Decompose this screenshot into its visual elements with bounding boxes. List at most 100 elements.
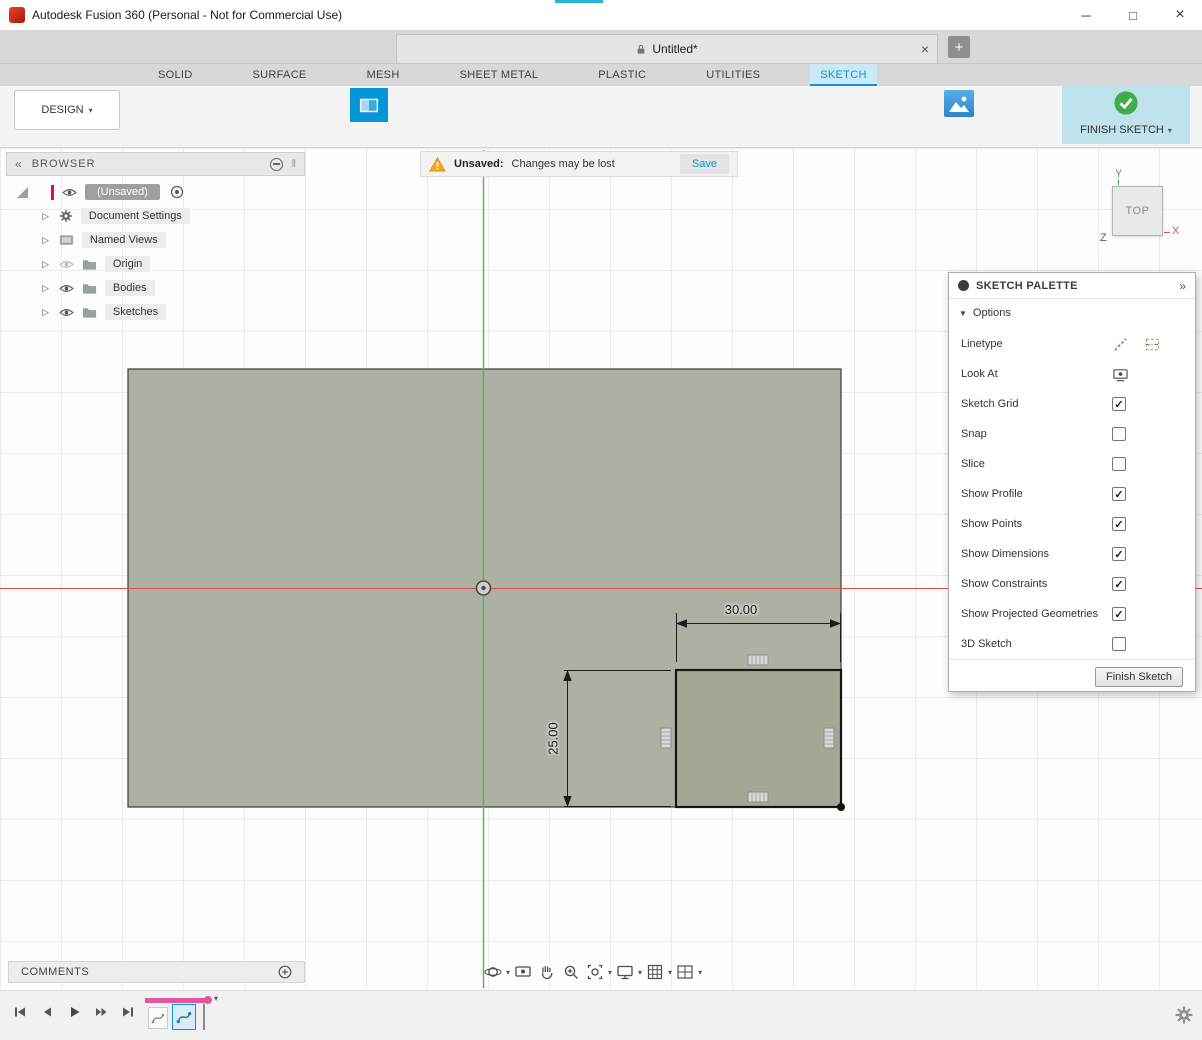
browser-item-bodies[interactable]: ▷ Bodies	[8, 276, 155, 300]
palette-expand-icon[interactable]: »	[1179, 279, 1186, 293]
eye-hidden-icon[interactable]	[59, 259, 74, 270]
sketch-endpoint[interactable]	[837, 803, 845, 811]
palette-options-section[interactable]: ▼ Options	[949, 299, 1195, 327]
orbit-tool-button[interactable]	[482, 961, 504, 983]
expand-arrow-icon[interactable]: ▷	[42, 307, 49, 318]
timeline-settings-gear-icon[interactable]	[1174, 1005, 1194, 1025]
height-dimension-value[interactable]: 25.00	[546, 708, 561, 770]
show-points-checkbox[interactable]: ✓	[1112, 517, 1126, 531]
check-icon: ✓	[1114, 518, 1123, 531]
timeline-back-button[interactable]	[39, 1004, 55, 1020]
row-label: Linetype	[961, 338, 1003, 350]
timeline-marker-chevron-icon[interactable]: ▾	[214, 994, 218, 1003]
timeline-play-button[interactable]	[66, 1004, 82, 1020]
eye-icon[interactable]	[62, 187, 77, 198]
tree-item-label[interactable]: Sketches	[105, 304, 166, 320]
constraint-badge-left[interactable]	[661, 728, 671, 748]
browser-title: BROWSER	[32, 158, 96, 170]
show-projected-geometries-checkbox[interactable]: ✓	[1112, 607, 1126, 621]
tree-item-label[interactable]: Document Settings	[81, 208, 190, 224]
pan-tool-button[interactable]	[536, 961, 558, 983]
add-comment-icon[interactable]	[278, 965, 292, 979]
chevron-down-icon[interactable]: ▾	[506, 968, 510, 977]
show-profile-checkbox[interactable]: ✓	[1112, 487, 1126, 501]
browser-root-row[interactable]: (Unsaved)	[8, 180, 184, 204]
grid-settings-button[interactable]	[644, 961, 666, 983]
timeline-position-marker[interactable]	[204, 996, 212, 1004]
timeline-position-bar[interactable]	[145, 998, 205, 1003]
options-section-label: Options	[973, 307, 1011, 319]
check-icon: ✓	[1114, 488, 1123, 501]
origin-point[interactable]	[477, 581, 491, 595]
expand-arrow-icon[interactable]: ▷	[42, 283, 49, 294]
snap-checkbox[interactable]: ✓	[1112, 427, 1126, 441]
pan-hand-icon	[538, 963, 556, 981]
tree-item-label[interactable]: Origin	[105, 256, 150, 272]
sketch-grid-checkbox[interactable]: ✓	[1112, 397, 1126, 411]
document-root-label[interactable]: (Unsaved)	[85, 184, 160, 200]
constraint-badge-right[interactable]	[824, 728, 834, 748]
browser-item-named-views[interactable]: ▷ Named Views	[8, 228, 166, 252]
look-at-button[interactable]	[1112, 367, 1129, 382]
sketch-rectangle-small[interactable]	[676, 670, 841, 807]
row-label: Sketch Grid	[961, 398, 1018, 410]
constraint-badge-bottom[interactable]	[748, 792, 768, 802]
display-settings-button[interactable]	[614, 961, 636, 983]
display-settings-icon	[616, 963, 634, 981]
expand-arrow-icon[interactable]: ▷	[42, 211, 49, 222]
view-cube[interactable]: Y TOP X Z	[1095, 166, 1195, 256]
viewports-button[interactable]	[674, 961, 696, 983]
active-component-marker	[51, 185, 54, 200]
timeline-feature-origin[interactable]	[148, 1007, 168, 1029]
timeline-forward-button[interactable]	[93, 1004, 109, 1020]
fit-tool-button[interactable]	[584, 961, 606, 983]
width-dimension-value[interactable]: 30.00	[710, 602, 772, 617]
expand-arrow-icon[interactable]: ▷	[42, 259, 49, 270]
tree-item-label[interactable]: Named Views	[82, 232, 166, 248]
row-label: Snap	[961, 428, 987, 440]
browser-item-origin[interactable]: ▷ Origin	[8, 252, 150, 276]
viewcube-top-face[interactable]: TOP	[1112, 186, 1163, 236]
fit-icon	[586, 963, 604, 981]
tree-item-label[interactable]: Bodies	[105, 280, 155, 296]
comments-bar[interactable]: COMMENTS	[8, 961, 305, 983]
timeline-begin-button[interactable]	[12, 1004, 28, 1020]
chevron-down-icon[interactable]: ▾	[668, 968, 672, 977]
eye-icon[interactable]	[59, 283, 74, 294]
constraint-badge-top[interactable]	[748, 655, 768, 665]
chevron-down-icon[interactable]: ▾	[638, 968, 642, 977]
look-at-tool-button[interactable]	[512, 961, 534, 983]
zoom-tool-button[interactable]	[560, 961, 582, 983]
timeline-end-button[interactable]	[120, 1004, 136, 1020]
browser-item-sketches[interactable]: ▷ Sketches	[8, 300, 166, 324]
centerline-linetype-button[interactable]	[1144, 336, 1161, 353]
chevron-down-icon[interactable]: ▾	[608, 968, 612, 977]
expand-arrow-icon[interactable]: ▷	[42, 235, 49, 246]
browser-item-document-settings[interactable]: ▷ Document Settings	[8, 204, 190, 228]
sketch-palette-header[interactable]: SKETCH PALETTE »	[949, 273, 1195, 299]
construction-linetype-button[interactable]	[1112, 336, 1129, 353]
chevron-down-icon[interactable]: ▾	[698, 968, 702, 977]
activate-component-icon[interactable]	[170, 185, 184, 199]
hide-all-icon[interactable]	[270, 158, 283, 171]
named-views-icon	[59, 234, 74, 246]
row-label: 3D Sketch	[961, 638, 1012, 650]
3d-sketch-checkbox[interactable]: ✓	[1112, 637, 1126, 651]
palette-finish-sketch-button[interactable]: Finish Sketch	[1095, 667, 1183, 687]
comments-label: COMMENTS	[21, 966, 89, 978]
timeline-feature-sketch1[interactable]	[172, 1004, 196, 1030]
collapse-browser-icon[interactable]: «	[15, 157, 22, 171]
eye-icon[interactable]	[59, 307, 74, 318]
save-link-button[interactable]: Save	[680, 154, 729, 174]
row-label: Show Dimensions	[961, 548, 1049, 560]
timeline-playhead[interactable]	[203, 1004, 205, 1030]
palette-row-show-profile: Show Profile ✓	[949, 479, 1195, 509]
folder-icon	[82, 282, 97, 294]
viewports-icon	[676, 963, 694, 981]
show-constraints-checkbox[interactable]: ✓	[1112, 577, 1126, 591]
palette-title: SKETCH PALETTE	[976, 280, 1078, 292]
panel-grip-icon[interactable]: ‖	[291, 158, 296, 170]
palette-row-look-at: Look At	[949, 359, 1195, 389]
slice-checkbox[interactable]: ✓	[1112, 457, 1126, 471]
show-dimensions-checkbox[interactable]: ✓	[1112, 547, 1126, 561]
